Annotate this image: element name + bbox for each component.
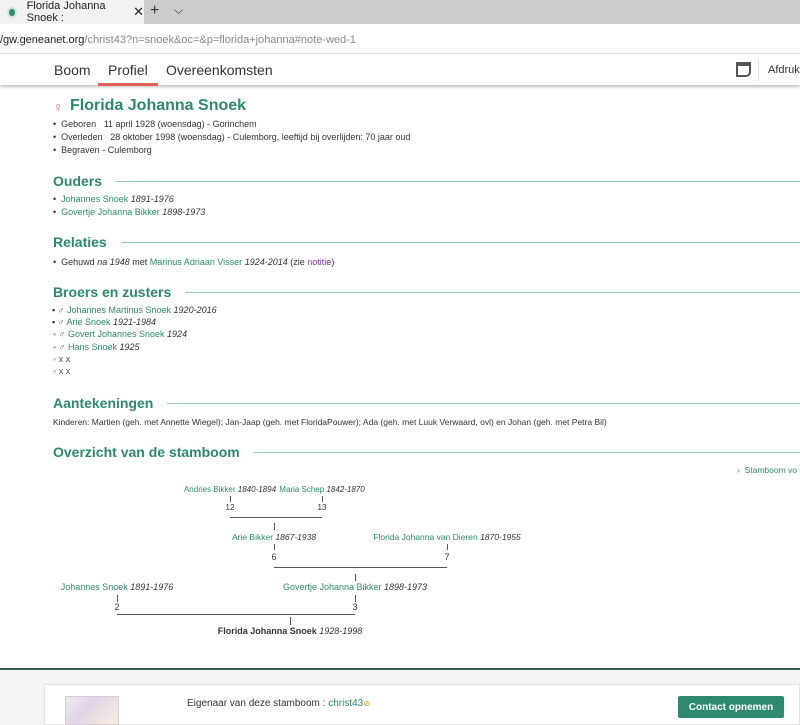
- list-item: ▪ ♂ Johannes Martinus Snoek 1920-2016: [52, 305, 217, 315]
- tree-person[interactable]: Maria Schep 1842-1870: [279, 485, 364, 494]
- male-icon: ♂: [57, 305, 65, 315]
- fact-birth: • Geboren 11 april 1928 (woensdag) - Gor…: [53, 119, 257, 129]
- owner-line: Eigenaar van deze stamboom : christ43⊘: [187, 698, 370, 709]
- list-item: • Johannes Snoek 1891-1976: [53, 194, 174, 204]
- print-link[interactable]: Afdrukl: [768, 64, 800, 76]
- url-host: /gw.geneanet.org: [0, 34, 85, 46]
- person-link[interactable]: Govertje Johanna Bikker: [61, 207, 160, 217]
- profile-nav: Boom Profiel Overeenkomsten Afdrukl: [0, 55, 800, 86]
- chevron-down-icon[interactable]: ⌵: [174, 3, 183, 18]
- address-bar[interactable]: /gw.geneanet.org/christ43?n=snoek&oc=&p=…: [0, 24, 800, 54]
- tree-person[interactable]: Florida Johanna van Dieren 1870-1955: [373, 532, 520, 542]
- note-icon[interactable]: [736, 62, 751, 77]
- list-item: ◦ ♂ Hans Snoek 1925: [53, 342, 140, 352]
- divider: [758, 59, 759, 81]
- person-link[interactable]: Arie Snoek: [66, 317, 110, 327]
- list-item: ◦ x x: [53, 366, 71, 376]
- tab-overeenkomsten[interactable]: Overeenkomsten: [166, 62, 273, 78]
- section-relaties: Relaties: [53, 234, 800, 250]
- tree-person[interactable]: Andries Bikker 1840-1894: [184, 485, 276, 494]
- tree-root-person: Florida Johanna Snoek 1928-1998: [217, 626, 363, 636]
- tree-person[interactable]: Govertje Johanna Bikker 1898-1973: [283, 582, 427, 592]
- notes-text: Kinderen: Martien (geh. met Annette Wieg…: [53, 417, 607, 427]
- badge-icon: ⊘: [363, 699, 370, 708]
- person-link[interactable]: Johannes Martinus Snoek: [67, 305, 171, 315]
- tree-person[interactable]: Arie Bikker 1867-1938: [232, 532, 316, 542]
- tab-profiel[interactable]: Profiel: [98, 62, 158, 86]
- male-icon: ♂: [58, 329, 66, 339]
- person-link[interactable]: Johannes Snoek: [61, 194, 128, 204]
- close-tab-icon[interactable]: ✕: [133, 4, 144, 20]
- fact-death: • Overleden 28 oktober 1998 (woensdag) -…: [53, 132, 411, 142]
- list-item: ◦ x x: [53, 354, 71, 364]
- geneanet-favicon: [7, 6, 17, 18]
- person-link[interactable]: Hans Snoek: [68, 342, 117, 352]
- male-icon: ♂: [58, 342, 66, 352]
- tab-boom[interactable]: Boom: [54, 62, 91, 78]
- sosa-number: 12: [225, 503, 235, 512]
- sosa-number: 7: [444, 552, 450, 562]
- sosa-number: 6: [271, 552, 277, 562]
- person-link[interactable]: Govert Johannes Snoek: [68, 329, 165, 339]
- fact-burial: • Begraven - Culemborg: [53, 145, 152, 155]
- map-thumbnail: [65, 696, 119, 725]
- sosa-number: 3: [352, 602, 358, 612]
- sosa-number: 13: [317, 503, 327, 512]
- section-overzicht: Overzicht van de stamboom: [53, 444, 800, 460]
- list-item: • Govertje Johanna Bikker 1898-1973: [53, 207, 206, 217]
- section-siblings: Broers en zusters: [53, 284, 800, 300]
- note-link[interactable]: notitie: [307, 257, 331, 267]
- male-icon: ♂: [57, 317, 65, 327]
- section-aantekeningen: Aantekeningen: [53, 395, 800, 411]
- contact-button[interactable]: Contact opnemen: [678, 696, 784, 718]
- list-item: ▪ ♂ Arie Snoek 1921-1984: [52, 317, 157, 327]
- section-ouders: Ouders: [53, 173, 800, 189]
- spouse-link[interactable]: Marinus Adriaan Visser: [150, 257, 242, 267]
- owner-link[interactable]: christ43: [328, 698, 363, 709]
- sosa-number: 2: [114, 602, 120, 612]
- list-item: ◦ ♂ Govert Johannes Snoek 1924: [53, 329, 188, 339]
- browser-tab[interactable]: Florida Johanna Snoek : ✕: [0, 0, 144, 24]
- person-name: Florida Johanna Snoek: [70, 97, 247, 114]
- url-path: /christ43?n=snoek&oc=&p=florida+johanna#…: [84, 34, 356, 46]
- new-tab-icon[interactable]: +: [150, 2, 159, 20]
- tab-title: Florida Johanna Snoek :: [26, 0, 106, 24]
- stamboom-link[interactable]: › Stamboom vo: [737, 465, 797, 475]
- tree-person[interactable]: Johannes Snoek 1891-1976: [61, 582, 174, 592]
- list-item: • Gehuwd na 1948 met Marinus Adriaan Vis…: [53, 257, 335, 267]
- female-icon: ♀: [53, 99, 64, 115]
